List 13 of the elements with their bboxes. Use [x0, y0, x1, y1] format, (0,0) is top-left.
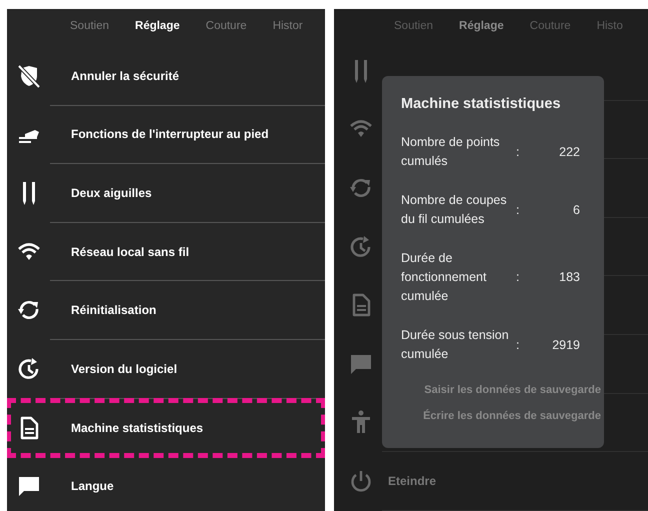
colon-separator: : — [516, 202, 520, 218]
dialog-title: Machine statististiques — [401, 96, 562, 112]
stat-value: 183 — [558, 269, 580, 286]
stat-label: Durée de fonctionnement cumulée — [401, 250, 488, 305]
stat-value: 6 — [572, 202, 580, 218]
colon-separator: : — [516, 269, 520, 286]
colon-separator: : — [516, 144, 520, 160]
colon-separator: : — [516, 336, 520, 354]
stat-value: 222 — [558, 144, 580, 160]
stat-label: Nombre de points cumulés — [401, 134, 501, 170]
stat-label: Durée sous tension cumulée — [401, 327, 510, 363]
stat-value: 2919 — [551, 336, 580, 354]
stat-label: Nombre de coupes du fil cumulées — [401, 192, 508, 228]
